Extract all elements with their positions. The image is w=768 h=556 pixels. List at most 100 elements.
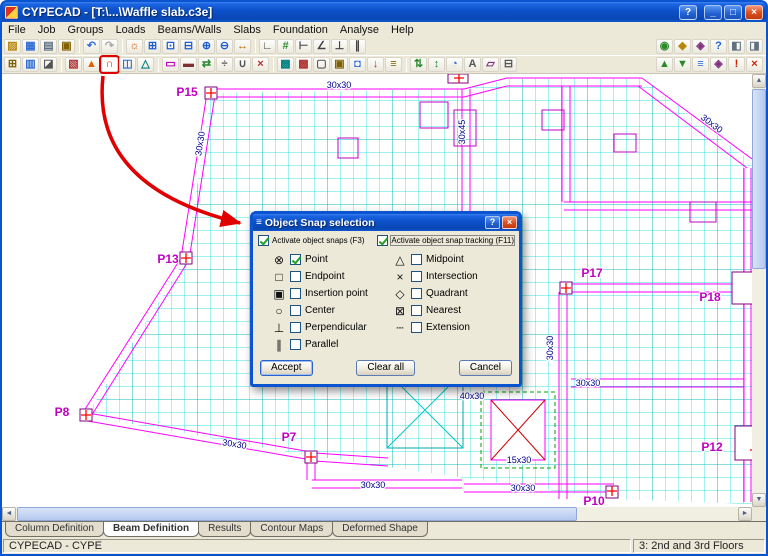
window-vertical-button[interactable]: ◨	[746, 39, 763, 54]
next-group-button[interactable]: ▼	[674, 57, 691, 72]
vertical-scroll-thumb[interactable]	[752, 89, 766, 269]
job-data-button[interactable]: ▣	[58, 39, 75, 54]
nearest-checkbox[interactable]	[411, 305, 422, 316]
menu-job[interactable]: Job	[32, 24, 62, 36]
group-list-button[interactable]: ≡	[692, 57, 709, 72]
extension-checkbox[interactable]	[411, 322, 422, 333]
activate-object-snaps-f3-checkbox[interactable]	[258, 235, 269, 246]
cancel-button[interactable]: Cancel	[459, 360, 512, 376]
extension-label[interactable]: Extension	[426, 322, 470, 333]
maximize-button[interactable]: □	[724, 5, 742, 20]
open-job-button[interactable]: ▨	[4, 39, 21, 54]
context-help-button[interactable]: ?	[710, 39, 727, 54]
adjust-beam-button[interactable]: ⇄	[198, 57, 215, 72]
slab-opening-button[interactable]: ▢	[313, 57, 330, 72]
delete-slab-button[interactable]: ▩	[295, 57, 312, 72]
enter-slab-button[interactable]: ▩	[277, 57, 294, 72]
stairs-button[interactable]: ≡	[385, 57, 402, 72]
endpoint-label[interactable]: Endpoint	[305, 271, 344, 282]
endpoint-checkbox[interactable]	[290, 271, 301, 282]
nearest-label[interactable]: Nearest	[426, 305, 461, 316]
view-3d-button[interactable]: ◈	[710, 57, 727, 72]
measure-distance-button[interactable]: ⊢	[295, 39, 312, 54]
delete-beam-button[interactable]: ×	[252, 57, 269, 72]
scroll-right-button[interactable]: ►	[738, 507, 752, 521]
zoom-out-button[interactable]: ⊖	[216, 39, 233, 54]
intersection-checkbox[interactable]	[411, 271, 422, 282]
plan-references-button[interactable]: △	[137, 57, 154, 72]
zoom-extents-button[interactable]: ⊡	[162, 39, 179, 54]
activate-object-snap-tracking-f11-label[interactable]: Activate object snap tracking (F11)	[391, 236, 514, 245]
menu-foundation[interactable]: Foundation	[267, 24, 334, 36]
divide-beam-button[interactable]: ÷	[216, 57, 233, 72]
point-label[interactable]: Point	[305, 254, 328, 265]
zoom-previous-button[interactable]: ⊟	[180, 39, 197, 54]
title-bar[interactable]: CYPECAD - [T:\...\Waffle slab.c3e] ? _ □…	[2, 2, 766, 22]
report-tables-button[interactable]: ⊟	[500, 57, 517, 72]
floor-view-button[interactable]: ▥	[22, 57, 39, 72]
dialog-title-bar[interactable]: ≡ Object Snap selection ? ×	[253, 214, 519, 231]
save-job-button[interactable]: ▦	[22, 39, 39, 54]
menu-groups[interactable]: Groups	[61, 24, 109, 36]
horizontal-scrollbar[interactable]: ◄ ►	[2, 507, 752, 521]
quadrant-checkbox[interactable]	[411, 288, 422, 299]
vertical-scrollbar[interactable]: ▲ ▼	[752, 74, 766, 507]
tab-results[interactable]: Results	[198, 522, 251, 537]
delete-elements-button[interactable]: ▧	[65, 57, 82, 72]
point-load-button[interactable]: ↓	[367, 57, 384, 72]
print-button[interactable]: ▤	[40, 39, 57, 54]
zoom-window-button[interactable]: ⊞	[144, 39, 161, 54]
horizontal-scroll-thumb[interactable]	[17, 507, 577, 521]
enter-wall-button[interactable]: ▬	[180, 57, 197, 72]
zoom-in-button[interactable]: ⊕	[198, 39, 215, 54]
perpendicular-checkbox[interactable]	[290, 322, 301, 333]
parallel-label[interactable]: Parallel	[305, 339, 338, 350]
redraw-button[interactable]: ☼	[126, 39, 143, 54]
intersection-label[interactable]: Intersection	[426, 271, 478, 282]
scroll-down-button[interactable]: ▼	[752, 493, 766, 507]
close-view-button[interactable]: ×	[746, 57, 763, 72]
menu-slabs[interactable]: Slabs	[227, 24, 267, 36]
menu-help[interactable]: Help	[385, 24, 420, 36]
drawing-layers-button[interactable]: ▱	[482, 57, 499, 72]
pan-button[interactable]: ↔	[234, 39, 251, 54]
enter-beam-button[interactable]: ▭	[162, 57, 179, 72]
menu-file[interactable]: File	[2, 24, 32, 36]
column-grid-button[interactable]: ⊞	[4, 57, 21, 72]
midpoint-label[interactable]: Midpoint	[426, 254, 464, 265]
fire-resistance-button[interactable]: ▲	[83, 57, 100, 72]
snap-grid-button[interactable]: #	[277, 39, 294, 54]
minimize-button[interactable]: _	[704, 5, 722, 20]
measure-plan-button[interactable]: ↕	[428, 57, 445, 72]
menu-beams-walls[interactable]: Beams/Walls	[152, 24, 228, 36]
dialog-close-button[interactable]: ×	[502, 216, 517, 229]
perpendicular-label[interactable]: Perpendicular	[305, 322, 367, 333]
parallel-checkbox[interactable]	[290, 339, 301, 350]
center-label[interactable]: Center	[305, 305, 335, 316]
activate-object-snap-tracking-f11-checkbox[interactable]	[377, 235, 388, 246]
dim-parallel-button[interactable]: ∥	[349, 39, 366, 54]
point-checkbox[interactable]	[290, 254, 301, 265]
tab-contour-maps[interactable]: Contour Maps	[250, 522, 333, 537]
accept-button[interactable]: Accept	[260, 360, 313, 376]
layer-visibility-button[interactable]: ◫	[119, 57, 136, 72]
undo-button[interactable]: ↶	[83, 39, 100, 54]
close-button[interactable]: ×	[745, 5, 763, 20]
activate-object-snaps-f3-label[interactable]: Activate object snaps (F3)	[272, 236, 364, 245]
dialog-help-button[interactable]: ?	[485, 216, 500, 229]
tab-beam-definition[interactable]: Beam Definition	[103, 522, 199, 537]
clear-all-button[interactable]: Clear all	[356, 360, 415, 376]
check-warnings-button[interactable]: !	[728, 57, 745, 72]
copy-group-button[interactable]: ⇅	[410, 57, 427, 72]
menu-loads[interactable]: Loads	[110, 24, 152, 36]
quadrant-label[interactable]: Quadrant	[426, 288, 468, 299]
documentation-button[interactable]: ◆	[674, 39, 691, 54]
scroll-up-button[interactable]: ▲	[752, 74, 766, 88]
scroll-left-button[interactable]: ◄	[2, 507, 16, 521]
edit-elements-button[interactable]: ◪	[40, 57, 57, 72]
tab-deformed-shape[interactable]: Deformed Shape	[332, 522, 428, 537]
menu-analyse[interactable]: Analyse	[334, 24, 385, 36]
insertion-point-label[interactable]: Insertion point	[305, 288, 368, 299]
license-button[interactable]: ◈	[692, 39, 709, 54]
dim-perpendicular-button[interactable]: ⊥	[331, 39, 348, 54]
